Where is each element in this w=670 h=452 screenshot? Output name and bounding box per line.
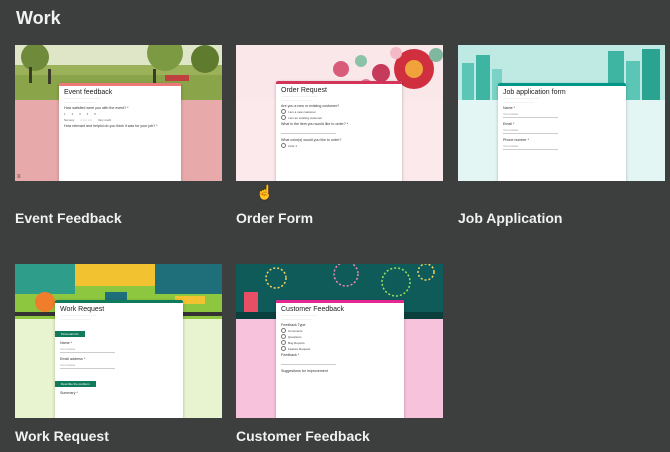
menu-icon: ≡ xyxy=(17,174,21,180)
question-2: Feedback * xyxy=(281,353,300,358)
template-card-event-feedback[interactable]: Event feedback ·························… xyxy=(15,45,222,181)
job-form-preview: Job application form ···················… xyxy=(498,83,626,181)
form-description: ······································· ·… xyxy=(503,96,540,104)
field-summary: Summary * xyxy=(60,391,78,396)
question-3: Suggestions for improvement xyxy=(281,369,328,374)
section-tag-problem: Describe the problem xyxy=(55,381,96,388)
answer-field: Your answer xyxy=(60,347,115,354)
section-tag-personal: Personal info xyxy=(55,331,85,338)
card-label-event-feedback[interactable]: Event Feedback xyxy=(15,210,122,226)
form-description: ······································· ·… xyxy=(64,96,101,104)
question-2: How relevant and helpful do you think it… xyxy=(64,124,158,129)
card-label-order-form[interactable]: Order Form xyxy=(236,210,313,226)
answer-field: Your answer xyxy=(60,363,115,370)
template-card-customer-feedback[interactable]: Customer Feedback ······················… xyxy=(236,264,443,418)
section-title-work: Work xyxy=(16,8,61,28)
work-form-preview: Work Request ···························… xyxy=(55,300,183,418)
form-description: ······································· ·… xyxy=(281,94,318,102)
card-label-customer-feedback[interactable]: Customer Feedback xyxy=(236,428,370,444)
answer-field xyxy=(281,359,336,366)
answer-field: Your answer xyxy=(503,112,558,119)
hand-pointer-icon: ☝ xyxy=(256,184,274,200)
field-name: Name * xyxy=(60,341,72,346)
template-card-job-application[interactable]: Job application form ···················… xyxy=(458,45,665,181)
field-email: Email address * xyxy=(60,357,86,362)
event-form-preview: Event feedback ·························… xyxy=(59,83,181,181)
field-name: Name * xyxy=(503,106,515,111)
form-description: ······································· ·… xyxy=(60,313,97,321)
template-card-order-form[interactable]: Order Request ··························… xyxy=(236,45,443,181)
answer-field xyxy=(281,128,336,135)
customer-form-preview: Customer Feedback ······················… xyxy=(276,300,404,418)
card-label-job-application[interactable]: Job Application xyxy=(458,210,562,226)
option-3: color 1 xyxy=(276,143,402,149)
template-card-work-request[interactable]: Work Request ···························… xyxy=(15,264,222,418)
field-phone: Phone number * xyxy=(503,138,529,143)
card-label-work-request[interactable]: Work Request xyxy=(15,428,109,444)
answer-field: Your answer xyxy=(503,128,558,135)
answer-field: Your answer xyxy=(503,144,558,151)
question-2: What is the item you would like to order… xyxy=(281,122,349,127)
order-form-preview: Order Request ··························… xyxy=(276,81,402,181)
field-email: Email * xyxy=(503,122,515,127)
form-description: ······································· ·… xyxy=(281,313,318,321)
